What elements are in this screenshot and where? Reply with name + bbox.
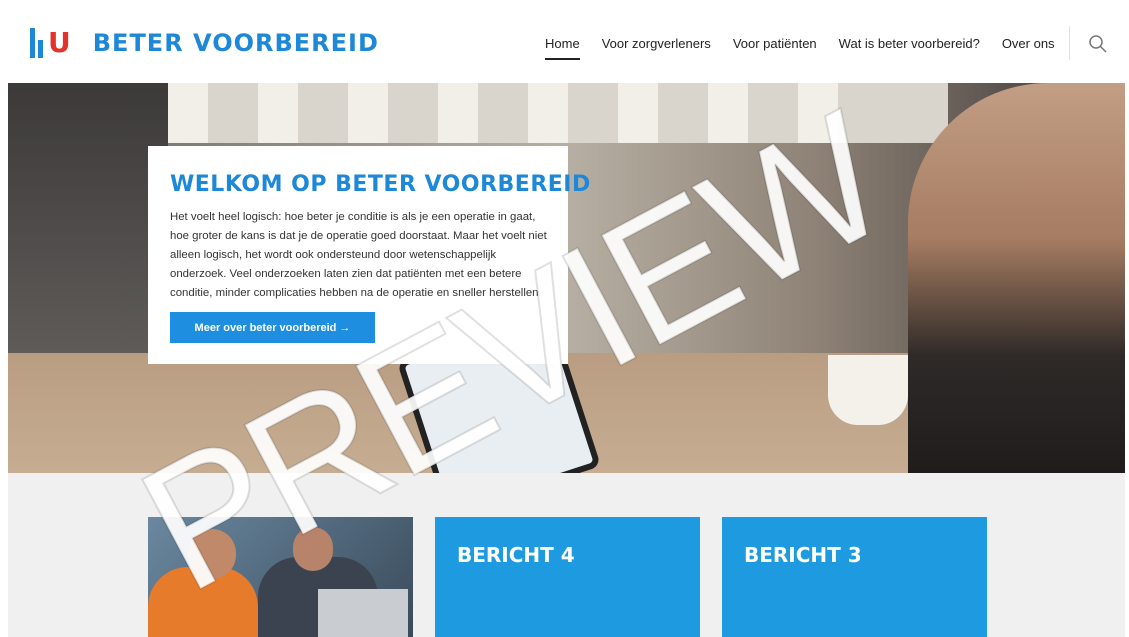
welcome-card: WELKOM OP BETER VOORBEREID Het voelt hee… xyxy=(148,146,590,364)
person-head xyxy=(293,527,333,571)
laptop-image xyxy=(318,589,408,637)
more-info-button[interactable]: Meer over beter voorbereid → xyxy=(170,312,375,343)
welcome-title: WELKOM OP BETER VOORBEREID xyxy=(170,172,591,197)
news-card-title: BERICHT 4 xyxy=(457,543,575,567)
logo-mark: U xyxy=(30,28,71,58)
news-card-bericht-4[interactable]: BERICHT 4 xyxy=(435,517,700,637)
nav-item-voor-zorgverleners[interactable]: Voor zorgverleners xyxy=(602,36,711,57)
site-header: U BETER VOORBEREID Home Voor zorgverlene… xyxy=(0,0,1129,83)
news-card-title: BERICHT 3 xyxy=(744,543,862,567)
welcome-text: Het voelt heel logisch: hoe beter je con… xyxy=(170,211,547,299)
logo-bar xyxy=(30,28,35,58)
logo-letter: U xyxy=(48,26,71,59)
hero-coffee-cup xyxy=(828,355,908,425)
logo-text: BETER VOORBEREID xyxy=(92,29,379,57)
hero-window-background xyxy=(128,83,948,143)
news-card-photo[interactable] xyxy=(148,517,413,637)
news-card-bericht-3[interactable]: BERICHT 3 xyxy=(722,517,987,637)
nav-item-over-ons[interactable]: Over ons xyxy=(1002,36,1055,57)
search-icon[interactable] xyxy=(1088,34,1108,54)
hero-person xyxy=(908,83,1125,473)
person-head xyxy=(188,529,236,579)
logo-bar xyxy=(38,40,43,58)
nav-item-home[interactable]: Home xyxy=(545,36,580,60)
main-nav: Home Voor zorgverleners Voor patiënten W… xyxy=(545,36,1077,60)
site-logo[interactable]: U BETER VOORBEREID xyxy=(30,26,379,60)
nav-item-voor-patienten[interactable]: Voor patiënten xyxy=(733,36,817,57)
nav-item-wat-is-beter-voorbereid[interactable]: Wat is beter voorbereid? xyxy=(839,36,980,57)
nav-divider xyxy=(1069,26,1070,60)
